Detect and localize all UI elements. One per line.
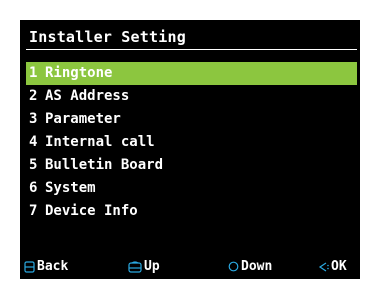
menu-item-number: 3 bbox=[29, 111, 38, 127]
menu-item-as-address[interactable]: 2 AS Address bbox=[26, 85, 357, 108]
menu-item-number: 2 bbox=[29, 88, 38, 104]
menu-item-label: Parameter bbox=[45, 111, 121, 127]
menu-item-label: Internal call bbox=[45, 134, 155, 150]
phone-key-icon bbox=[128, 260, 142, 273]
up-label: Up bbox=[144, 259, 160, 274]
lcd-screen: Installer Setting 1 Ringtone 2 AS Address … bbox=[20, 20, 360, 279]
ok-softkey[interactable]: OK bbox=[317, 255, 347, 279]
device-frame: Installer Setting 1 Ringtone 2 AS Address … bbox=[0, 0, 380, 299]
up-softkey[interactable]: Up bbox=[128, 255, 160, 279]
menu-item-parameter[interactable]: 3 Parameter bbox=[26, 108, 357, 131]
menu-item-label: Device Info bbox=[45, 203, 138, 219]
menu-item-internal-call[interactable]: 4 Internal call bbox=[26, 131, 357, 154]
ok-label: OK bbox=[331, 259, 347, 274]
speaker-key-icon bbox=[317, 261, 329, 273]
menu-item-system[interactable]: 6 System bbox=[26, 177, 357, 200]
menu-item-label: AS Address bbox=[45, 88, 130, 104]
page-title: Installer Setting bbox=[29, 28, 186, 46]
menu-item-label: Ringtone bbox=[45, 65, 113, 81]
menu-item-number: 1 bbox=[29, 65, 38, 81]
circle-key-icon bbox=[228, 261, 239, 272]
menu-item-number: 5 bbox=[29, 157, 38, 173]
square-key-icon bbox=[24, 260, 35, 273]
menu-item-device-info[interactable]: 7 Device Info bbox=[26, 200, 357, 223]
back-label: Back bbox=[37, 259, 69, 274]
menu-item-number: 6 bbox=[29, 180, 38, 196]
menu-item-label: Bulletin Board bbox=[45, 157, 164, 173]
title-divider bbox=[26, 49, 357, 50]
menu-item-ringtone[interactable]: 1 Ringtone bbox=[26, 62, 357, 85]
menu-item-label: System bbox=[45, 180, 96, 196]
settings-menu: 1 Ringtone 2 AS Address 3 Parameter 4 Intern… bbox=[26, 62, 357, 223]
menu-item-number: 4 bbox=[29, 134, 38, 150]
menu-item-number: 7 bbox=[29, 203, 38, 219]
menu-item-bulletin-board[interactable]: 5 Bulletin Board bbox=[26, 154, 357, 177]
down-label: Down bbox=[241, 259, 273, 274]
back-softkey[interactable]: Back bbox=[24, 255, 68, 279]
down-softkey[interactable]: Down bbox=[228, 255, 272, 279]
softkey-bar: Back Up Down OK bbox=[20, 255, 360, 279]
